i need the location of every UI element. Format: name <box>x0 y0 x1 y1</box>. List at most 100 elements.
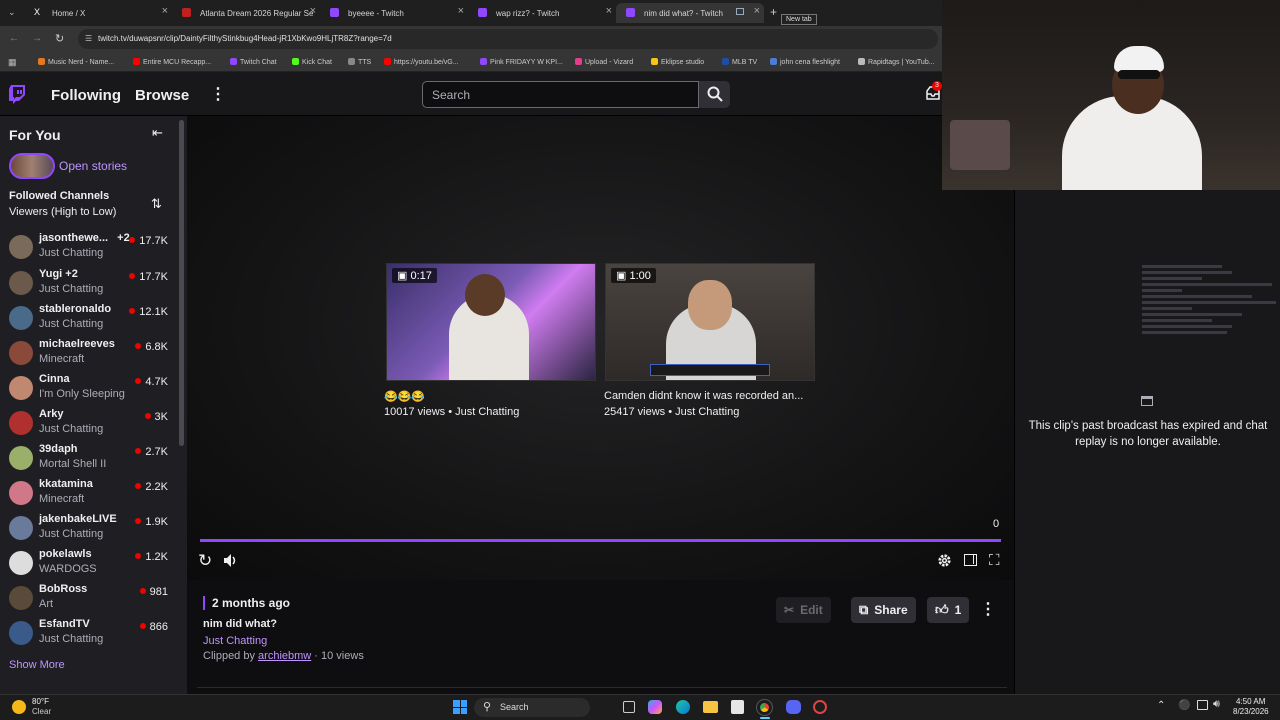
browser-tab-active[interactable]: nim did what? - Twitch × <box>616 3 764 23</box>
close-tab-icon[interactable]: × <box>310 5 316 17</box>
channel-name: Cinna <box>39 373 70 385</box>
close-tab-icon[interactable]: × <box>606 5 612 17</box>
viewer-count: 866 <box>140 621 168 633</box>
tab-list-chevron-icon[interactable]: ⌄ <box>8 7 16 18</box>
network-icon[interactable] <box>1197 700 1208 710</box>
sidebar-channel-item[interactable]: Arky Just Chatting 3K <box>0 406 178 441</box>
clipper-link[interactable]: archiebmw <box>258 650 311 662</box>
share-button[interactable]: ⧉ Share <box>851 597 916 623</box>
sidebar-channel-item[interactable]: BobRoss Art 981 <box>0 581 178 616</box>
browser-tab[interactable]: X Home / X × <box>24 3 172 23</box>
more-options-icon[interactable]: ⋮ <box>980 599 996 619</box>
bookmark-item[interactable]: MLB TV <box>722 58 757 66</box>
browser-tab[interactable]: wap rizz? - Twitch × <box>468 3 616 23</box>
sidebar-channel-item[interactable]: Yugi +2 Just Chatting 17.7K <box>0 266 178 301</box>
search-button[interactable] <box>699 81 730 108</box>
reload-icon[interactable]: ↻ <box>55 32 64 45</box>
taskbar-search[interactable]: ⚲ Search <box>474 698 590 717</box>
like-button[interactable]: 👍︎ 1 <box>927 597 970 623</box>
store-icon[interactable] <box>731 700 744 714</box>
time-readout: 0 <box>993 518 1000 530</box>
clip-category-link[interactable]: Just Chatting <box>203 635 267 647</box>
nav-browse[interactable]: Browse <box>135 87 189 104</box>
site-info-icon[interactable]: ☰ <box>85 34 92 43</box>
collapse-sidebar-icon[interactable]: ⇤ <box>152 125 163 141</box>
more-menu-icon[interactable]: ⋮ <box>210 84 226 104</box>
close-tab-icon[interactable]: × <box>458 5 464 17</box>
sort-arrows-icon[interactable]: ⇅ <box>151 196 162 212</box>
followed-sort-label: Viewers (High to Low) <box>9 206 117 218</box>
weather-icon[interactable] <box>12 700 26 714</box>
twitch-logo-icon[interactable] <box>9 85 27 104</box>
sidebar-channel-item[interactable]: stableronaldo Just Chatting 12.1K <box>0 301 178 336</box>
sidebar-channel-item[interactable]: jakenbakeLIVE Just Chatting 1.9K <box>0 511 178 546</box>
sidebar-channel-item[interactable]: EsfandTV Just Chatting 866 <box>0 616 178 651</box>
bookmark-item[interactable]: Entire MCU Recapp... <box>133 58 211 66</box>
bookmark-item[interactable]: Rapidtags | YouTub... <box>858 58 935 66</box>
sidebar-channel-item[interactable]: jasonthewe... +2 Just Chatting 17.7K <box>0 230 178 265</box>
address-bar[interactable]: ☰ twitch.tv/duwapsnr/clip/DaintyFilthySt… <box>78 29 938 49</box>
discord-icon[interactable] <box>786 700 801 714</box>
file-explorer-icon[interactable] <box>703 701 718 713</box>
suggested-clip-title[interactable]: Camden didnt know it was recorded an... <box>604 390 803 402</box>
sidebar-channel-item[interactable]: kkatamina Minecraft 2.2K <box>0 476 178 511</box>
tray-overflow-icon[interactable]: ⌃ <box>1157 700 1165 711</box>
windows-start-icon[interactable] <box>453 700 467 714</box>
microphone-icon[interactable]: ⚫ <box>1178 700 1190 711</box>
clock-time[interactable]: 4:50 AM <box>1236 697 1265 706</box>
sidebar-channel-item[interactable]: michaelreeves Minecraft 6.8K <box>0 336 178 371</box>
bookmark-item[interactable]: Kick Chat <box>292 58 332 66</box>
weather-temp[interactable]: 80°F <box>32 697 49 706</box>
forward-arrow-icon[interactable]: → <box>32 33 42 44</box>
open-stories-link[interactable]: Open stories <box>59 159 127 173</box>
sidebar-channel-item[interactable]: pokelawls WARDOGS 1.2K <box>0 546 178 581</box>
stories-avatars[interactable] <box>9 153 55 179</box>
avatar <box>9 235 33 259</box>
bookmark-item[interactable]: Upload - Vizard <box>575 58 633 66</box>
close-tab-icon[interactable]: × <box>162 5 168 17</box>
close-tab-icon[interactable]: × <box>754 5 760 17</box>
settings-gear-icon[interactable] <box>937 553 952 568</box>
volume-tray-icon[interactable]: 🔊︎ <box>1213 698 1220 711</box>
copilot-icon[interactable] <box>648 700 662 714</box>
seek-bar[interactable] <box>200 539 1001 542</box>
twitch-favicon-icon <box>626 8 635 17</box>
bookmark-item[interactable]: Pink FRIDAYY W KPI... <box>480 58 563 66</box>
bookmark-item[interactable]: Twitch Chat <box>230 58 277 66</box>
fullscreen-icon[interactable]: ⛶ <box>989 552 1000 569</box>
suggested-clip-thumbnail[interactable]: ▣ 0:17 <box>386 263 596 381</box>
new-tab-button[interactable]: + <box>770 5 777 19</box>
volume-icon[interactable] <box>224 554 238 567</box>
app-icon[interactable] <box>813 700 827 714</box>
nav-following[interactable]: Following <box>51 87 121 104</box>
browser-tab[interactable]: Atlanta Dream 2026 Regular Se × <box>172 3 320 23</box>
apps-grid-icon[interactable]: ▦ <box>8 57 17 68</box>
viewer-count: 6.8K <box>135 341 168 353</box>
clip-age-accent <box>203 596 205 610</box>
windows-taskbar: 80°F Clear ⚲ Search ⌃ ⚫ 🔊︎ 4:50 AM 8/23/… <box>0 694 1280 720</box>
chrome-icon[interactable] <box>756 699 773 716</box>
replay-icon[interactable]: ↻ <box>198 551 212 571</box>
edge-icon[interactable] <box>676 700 690 714</box>
thumbnail-face <box>465 274 505 316</box>
bookmark-item[interactable]: Eklipse studio <box>651 58 704 66</box>
edit-button[interactable]: ✂ Edit <box>776 597 831 623</box>
bookmark-item[interactable]: https://youtu.be/vG... <box>384 58 459 66</box>
sidebar-channel-item[interactable]: 39daph Mortal Shell II 2.7K <box>0 441 178 476</box>
channel-name: BobRoss <box>39 583 88 595</box>
back-arrow-icon[interactable]: ← <box>9 33 19 44</box>
suggested-clip-thumbnail[interactable]: ▣ 1:00 <box>605 263 815 381</box>
theatre-mode-icon[interactable] <box>964 554 977 566</box>
bookmark-item[interactable]: TTS <box>348 58 371 66</box>
search-input[interactable]: Search <box>422 81 699 108</box>
sidebar-channel-item[interactable]: Cinna I'm Only Sleeping 4.7K <box>0 371 178 406</box>
video-player[interactable]: ▣ 0:17 😂😂😂 10017 views • Just Chatting ▣… <box>187 116 1014 580</box>
bookmark-item[interactable]: john cena fleshlight <box>770 58 840 66</box>
sidebar-scrollbar[interactable] <box>179 120 184 446</box>
suggested-clip-title[interactable]: 😂😂😂 <box>384 390 425 403</box>
bookmark-item[interactable]: Music Nerd - Name... <box>38 58 114 66</box>
show-more-link[interactable]: Show More <box>9 659 65 671</box>
browser-tab[interactable]: byeeee - Twitch × <box>320 3 468 23</box>
followed-channels-title: Followed Channels <box>9 190 110 202</box>
task-view-icon[interactable] <box>623 701 635 713</box>
